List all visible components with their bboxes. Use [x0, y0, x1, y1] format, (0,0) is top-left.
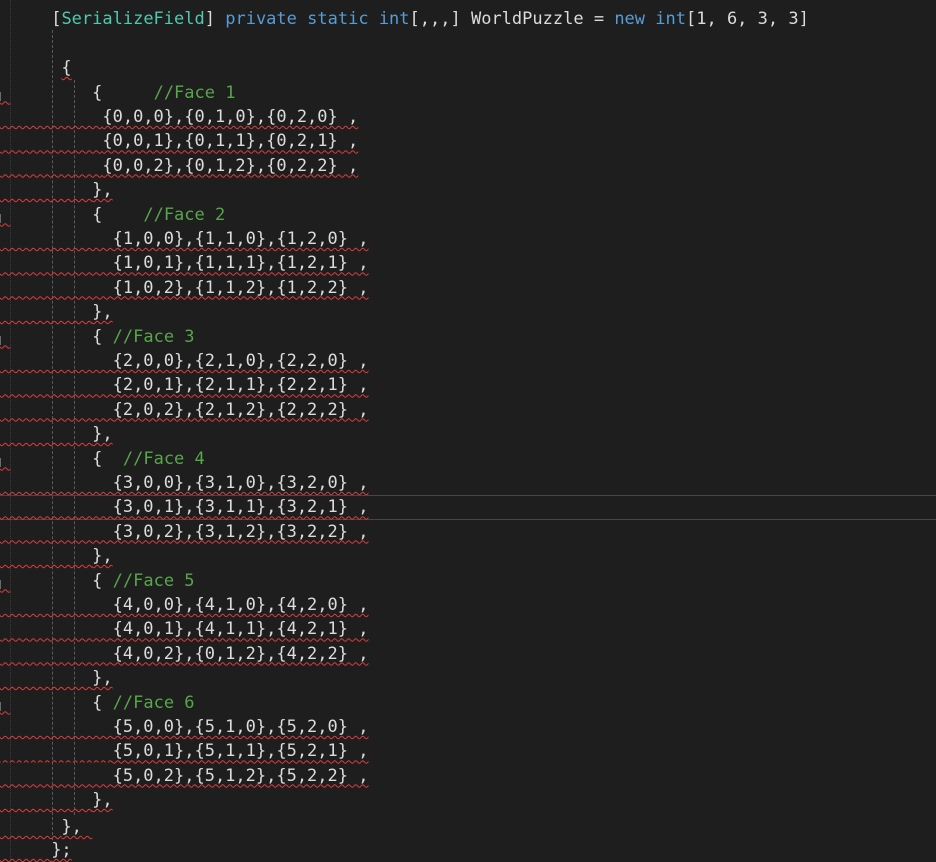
face-close-brace: }, [92, 546, 113, 567]
face-open-brace: { [92, 204, 103, 225]
face-comment: //Face 5 [112, 570, 195, 591]
code-line-face-row[interactable]: {2,0,1},{2,1,1},{2,2,1} , [0, 373, 936, 397]
code-line-face-row[interactable]: {5,0,2},{5,1,2},{5,2,2} , [0, 764, 936, 788]
code-line-face-open[interactable]: { //Face 4 [0, 447, 936, 471]
face-open-brace: { [92, 326, 103, 347]
code-line-outer-open[interactable]: { [0, 56, 936, 80]
code-line-outer-close[interactable]: }, [0, 815, 936, 839]
array-rank: [,,,] [409, 9, 461, 29]
keyword-int-new: int [655, 9, 686, 29]
keyword-new: new [614, 9, 646, 29]
face-row-values: {0,0,1},{0,1,1},{0,2,1} , [102, 131, 359, 152]
code-line-face-open[interactable]: { //Face 6 [0, 691, 936, 715]
attribute-open-bracket: [ [51, 9, 62, 29]
face-row-values: {1,0,2},{1,1,2},{1,2,2} , [112, 277, 369, 298]
face-comment: //Face 3 [112, 326, 195, 347]
face-row-values: {3,0,0},{3,1,0},{3,2,0} , [112, 472, 369, 493]
keyword-int: int [378, 9, 410, 29]
face-open-brace: { [92, 692, 103, 713]
face-row-values: {3,0,1},{3,1,1},{3,2,1} , [112, 497, 369, 518]
assign-operator: = [593, 9, 605, 29]
code-line-face-row[interactable]: {3,0,1},{3,1,1},{3,2,1} , [0, 495, 936, 520]
face-row-values: {4,0,2},{0,1,2},{4,2,2} , [112, 643, 369, 664]
face-row-values: {5,0,1},{5,1,1},{5,2,1} , [112, 741, 369, 762]
code-line-face-open[interactable]: { //Face 5 [0, 569, 936, 593]
face-row-values: {0,0,0},{0,1,0},{0,2,0} , [102, 106, 359, 127]
code-line-face-close[interactable]: }, [0, 178, 936, 202]
code-line-face-open[interactable]: { //Face 1 [0, 81, 936, 105]
face-row-values: {1,0,0},{1,1,0},{1,2,0} , [112, 228, 369, 249]
keyword-private: private [225, 9, 297, 29]
face-open-brace: { [92, 570, 103, 591]
attribute-name: SerializeField [61, 9, 205, 29]
code-line-face-close[interactable]: }, [0, 788, 936, 812]
code-line-face-close[interactable]: }, [0, 300, 936, 324]
code-line-end[interactable]: }; [0, 838, 936, 862]
face-comment: //Face 6 [112, 692, 195, 713]
code-editor[interactable]: [SerializeField] private static int[,,,]… [0, 0, 936, 862]
attribute-close-bracket: ] [204, 9, 215, 29]
face-close-brace: }, [92, 180, 113, 201]
face-row-values: {2,0,0},{2,1,0},{2,2,0} , [112, 350, 369, 371]
code-line-face-close[interactable]: }, [0, 544, 936, 568]
array-dimensions: [1, 6, 3, 3] [686, 9, 809, 29]
face-row-values: {4,0,0},{4,1,0},{4,2,0} , [112, 594, 369, 615]
face-row-values: {5,0,2},{5,1,2},{5,2,2} , [112, 765, 369, 786]
keyword-static: static [307, 9, 369, 29]
face-row-values: {1,0,1},{1,1,1},{1,2,1} , [112, 253, 369, 274]
code-line-face-row[interactable]: {5,0,1},{5,1,1},{5,2,1} , [0, 739, 936, 763]
code-line-face-row[interactable]: {4,0,2},{0,1,2},{4,2,2} , [0, 642, 936, 666]
face-row-values: {4,0,1},{4,1,1},{4,2,1} , [112, 619, 369, 640]
face-row-values: {3,0,2},{3,1,2},{3,2,2} , [112, 521, 369, 542]
outer-close-brace: }, [61, 817, 82, 837]
statement-end: }; [51, 840, 72, 860]
code-line-declaration[interactable]: [SerializeField] private static int[,,,]… [0, 7, 936, 31]
code-line-face-row[interactable]: {3,0,2},{3,1,2},{3,2,2} , [0, 520, 936, 544]
code-line-face-row[interactable]: {5,0,0},{5,1,0},{5,2,0} , [0, 715, 936, 739]
face-open-brace: { [92, 448, 103, 469]
face-comment: //Face 2 [143, 204, 226, 225]
code-line-face-row[interactable]: {1,0,1},{1,1,1},{1,2,1} , [0, 251, 936, 275]
face-comment: //Face 1 [153, 82, 236, 103]
code-line-face-row[interactable]: {2,0,0},{2,1,0},{2,2,0} , [0, 349, 936, 373]
code-line-face-row[interactable]: {4,0,0},{4,1,0},{4,2,0} , [0, 593, 936, 617]
code-line-face-open[interactable]: { //Face 2 [0, 203, 936, 227]
code-line-face-row[interactable]: {1,0,2},{1,1,2},{1,2,2} , [0, 276, 936, 300]
face-close-brace: }, [92, 668, 113, 689]
code-line-face-row[interactable]: {0,0,1},{0,1,1},{0,2,1} , [0, 129, 936, 153]
face-close-brace: }, [92, 790, 113, 811]
face-row-values: {2,0,1},{2,1,1},{2,2,1} , [112, 375, 369, 396]
code-line-face-row[interactable]: {3,0,0},{3,1,0},{3,2,0} , [0, 471, 936, 495]
code-line-face-open[interactable]: { //Face 3 [0, 325, 936, 349]
face-close-brace: }, [92, 424, 113, 445]
code-line-face-row[interactable]: {1,0,0},{1,1,0},{1,2,0} , [0, 227, 936, 251]
code-line-face-row[interactable]: {0,0,2},{0,1,2},{0,2,2} , [0, 154, 936, 178]
code-line-face-close[interactable]: }, [0, 666, 936, 690]
face-row-values: {5,0,0},{5,1,0},{5,2,0} , [112, 716, 369, 737]
code-line-face-row[interactable]: {0,0,0},{0,1,0},{0,2,0} , [0, 105, 936, 129]
code-line-face-row[interactable]: {2,0,2},{2,1,2},{2,2,2} , [0, 398, 936, 422]
face-open-brace: { [92, 82, 103, 103]
code-line-face-row[interactable]: {4,0,1},{4,1,1},{4,2,1} , [0, 617, 936, 641]
field-name: WorldPuzzle [470, 9, 584, 29]
face-row-values: {0,0,2},{0,1,2},{0,2,2} , [102, 155, 359, 176]
face-row-values: {2,0,2},{2,1,2},{2,2,2} , [112, 399, 369, 420]
face-close-brace: }, [92, 302, 113, 323]
face-comment: //Face 4 [122, 448, 205, 469]
code-line-face-close[interactable]: }, [0, 422, 936, 446]
outer-open-brace: { [61, 58, 72, 78]
